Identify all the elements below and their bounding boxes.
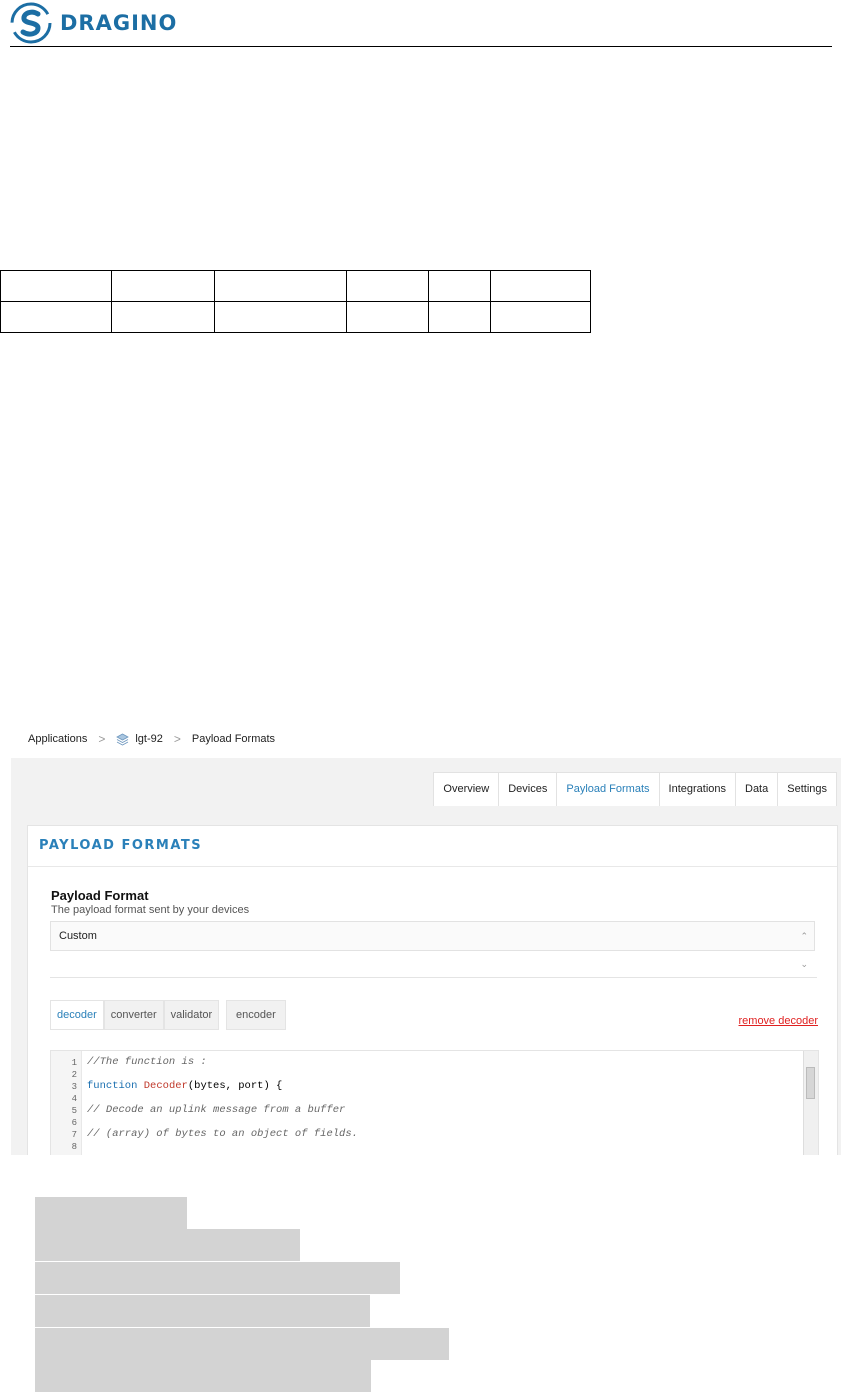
console-screenshot: Applications > lgt-92 > Payload Formats … <box>11 720 841 1155</box>
layers-icon <box>116 733 130 745</box>
card-title: PAYLOAD FORMATS <box>28 826 837 867</box>
remove-decoder-link[interactable]: remove decoder <box>739 1015 819 1027</box>
breadcrumb-current: Payload Formats <box>191 733 276 745</box>
redacted-line <box>35 1295 370 1327</box>
line-number: 8 <box>71 1142 77 1152</box>
code-line: function Decoder(bytes, port) { <box>87 1080 282 1092</box>
table-cell <box>214 301 347 333</box>
app-tabs: Overview Devices Payload Formats Integra… <box>433 772 837 806</box>
line-number: 5 <box>71 1106 77 1116</box>
dragino-logo: DRAGINO <box>10 2 177 44</box>
line-number: 3 <box>71 1082 77 1092</box>
breadcrumb-separator: > <box>98 732 106 746</box>
table-row <box>0 270 591 302</box>
table-cell <box>346 301 429 333</box>
tab-data[interactable]: Data <box>736 773 779 806</box>
validator-button[interactable]: validator <box>163 1000 220 1030</box>
tab-overview[interactable]: Overview <box>434 773 500 806</box>
line-number: 7 <box>71 1130 77 1140</box>
payload-format-select[interactable]: Custom ⌃ ⌄ <box>50 921 815 969</box>
header-rule <box>10 46 832 47</box>
line-number: 2 <box>71 1070 77 1080</box>
table-cell <box>490 270 591 302</box>
empty-table <box>0 270 591 333</box>
line-number: 1 <box>71 1058 77 1068</box>
encoder-button[interactable]: encoder <box>226 1000 286 1030</box>
code-line: //The function is : <box>87 1056 207 1068</box>
page-header: DRAGINO <box>0 0 845 48</box>
table-row <box>0 301 591 333</box>
code-function-name: Decoder <box>143 1080 188 1092</box>
selected-format: Custom <box>59 930 97 942</box>
breadcrumb-app[interactable]: lgt-92 <box>135 733 163 745</box>
tab-devices[interactable]: Devices <box>499 773 558 806</box>
tab-payload-formats[interactable]: Payload Formats <box>557 773 660 806</box>
tab-integrations[interactable]: Integrations <box>660 773 736 806</box>
breadcrumb: Applications > lgt-92 > Payload Formats <box>11 720 841 758</box>
dragino-logo-icon <box>10 2 52 44</box>
code-editor[interactable]: 1 2 3 4 5 6 7 8 //The function is : func… <box>50 1050 819 1155</box>
redacted-line <box>35 1328 449 1360</box>
select-arrows-icon: ⌃ ⌄ <box>800 931 808 969</box>
redacted-line <box>35 1197 187 1229</box>
tab-settings[interactable]: Settings <box>778 773 836 806</box>
redacted-line <box>35 1262 400 1294</box>
code-args: (bytes, port) { <box>187 1080 283 1092</box>
divider <box>50 977 817 978</box>
code-line: // (array) of bytes to an object of fiel… <box>87 1128 358 1140</box>
function-tabs: decoder converter validator <box>50 1000 220 1030</box>
redacted-line <box>35 1229 300 1261</box>
logo-wordmark: DRAGINO <box>60 11 178 35</box>
converter-button[interactable]: converter <box>103 1000 164 1030</box>
scrollbar-thumb[interactable] <box>806 1067 815 1099</box>
redacted-line <box>35 1360 371 1392</box>
decoder-button[interactable]: decoder <box>50 1000 104 1030</box>
editor-scrollbar[interactable] <box>803 1051 818 1155</box>
table-cell <box>0 301 112 333</box>
table-cell <box>346 270 429 302</box>
table-cell <box>111 270 215 302</box>
code-line: // Decode an uplink message from a buffe… <box>87 1104 346 1116</box>
table-cell <box>111 301 215 333</box>
line-number: 6 <box>71 1118 77 1128</box>
payload-format-label: Payload Format <box>51 888 149 903</box>
table-cell <box>490 301 591 333</box>
table-cell <box>428 270 491 302</box>
table-cell <box>428 301 491 333</box>
line-number: 4 <box>71 1094 77 1104</box>
table-cell <box>0 270 112 302</box>
breadcrumb-applications[interactable]: Applications <box>28 733 87 745</box>
line-gutter: 1 2 3 4 5 6 7 8 <box>51 1051 82 1155</box>
table-cell <box>214 270 347 302</box>
payload-formats-card: PAYLOAD FORMATS Payload Format The paylo… <box>27 825 838 1155</box>
breadcrumb-separator: > <box>173 732 181 746</box>
payload-format-description: The payload format sent by your devices <box>51 904 250 916</box>
code-keyword: function <box>87 1080 138 1092</box>
